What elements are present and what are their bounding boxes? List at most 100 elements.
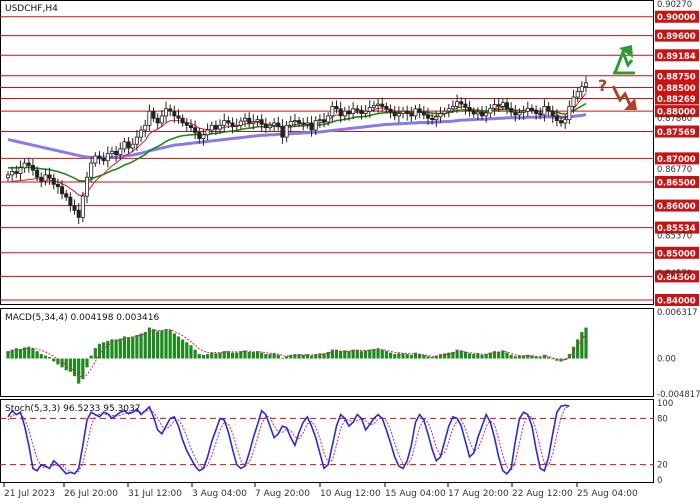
level-tag-label: 0.88750 bbox=[657, 72, 696, 82]
macd-bar bbox=[35, 351, 39, 359]
candle-body bbox=[517, 112, 522, 116]
candle-body bbox=[159, 115, 164, 124]
macd-bar bbox=[347, 351, 351, 359]
macd-tick-label: 0.006317 bbox=[657, 308, 698, 318]
candle-body bbox=[255, 119, 260, 122]
candle-body bbox=[272, 122, 277, 126]
macd-bar bbox=[438, 354, 443, 359]
candle-body bbox=[147, 110, 152, 126]
candle-body bbox=[68, 196, 73, 206]
candle-body bbox=[55, 183, 60, 188]
candle-body bbox=[500, 102, 505, 107]
macd-bar bbox=[118, 338, 122, 359]
candle-body bbox=[330, 106, 335, 117]
time-label: 21 Jul 2023 bbox=[4, 489, 55, 499]
macd-bar bbox=[351, 349, 355, 359]
candle-body bbox=[563, 119, 568, 124]
candle-body bbox=[455, 101, 460, 107]
candle-body bbox=[363, 110, 368, 114]
stochastic-title: Stoch(5,3,3) 96.5233 95.3037 bbox=[5, 404, 140, 414]
macd-bar bbox=[538, 357, 542, 359]
time-label: 10 Aug 12:00 bbox=[320, 489, 381, 499]
candle-body bbox=[538, 113, 543, 116]
stochastic-tick-label: 100 bbox=[657, 399, 673, 409]
macd-bar bbox=[397, 353, 401, 359]
macd-bar bbox=[85, 358, 89, 368]
macd-bar bbox=[230, 352, 235, 359]
level-tag-label: 0.85000 bbox=[657, 249, 696, 259]
candle-body bbox=[130, 143, 135, 149]
candle-body bbox=[209, 124, 214, 131]
candle-body bbox=[484, 112, 489, 117]
candle-body bbox=[434, 116, 439, 121]
macd-title: MACD(5,34,4) 0.004198 0.003416 bbox=[5, 313, 160, 323]
candle-body bbox=[51, 177, 56, 185]
macd-bar bbox=[380, 349, 384, 359]
candle-body bbox=[575, 90, 580, 98]
candle-body bbox=[109, 150, 114, 155]
candle-body bbox=[534, 109, 539, 114]
macd-bar bbox=[106, 340, 110, 359]
candle-body bbox=[243, 117, 248, 122]
macd-bar bbox=[31, 348, 35, 359]
macd-bar bbox=[268, 354, 272, 359]
candle-body bbox=[122, 141, 127, 150]
macd-bar bbox=[426, 356, 430, 359]
candle-body bbox=[101, 157, 106, 162]
macd-bar bbox=[505, 352, 509, 359]
candle-body bbox=[205, 129, 210, 136]
candle-body bbox=[480, 111, 485, 117]
candle-body bbox=[168, 108, 173, 112]
macd-bar bbox=[176, 336, 181, 359]
time-label: 31 Jul 12:00 bbox=[128, 489, 182, 499]
candle-body bbox=[26, 162, 31, 166]
stochastic-tick-label: 20 bbox=[657, 461, 668, 471]
candle-body bbox=[197, 132, 202, 139]
macd-bar bbox=[368, 349, 372, 359]
macd-bar bbox=[168, 329, 172, 359]
candle-body bbox=[371, 105, 376, 108]
candle-body bbox=[184, 122, 189, 126]
macd-bar bbox=[164, 329, 168, 359]
macd-bar bbox=[339, 351, 343, 359]
candle-body bbox=[226, 120, 231, 124]
macd-panel: MACD(5,34,4) 0.004198 0.003416 bbox=[0, 308, 654, 397]
time-label: 7 Aug 20:00 bbox=[255, 489, 310, 499]
candle-body bbox=[288, 121, 293, 126]
level-tag-label: 0.87569 bbox=[657, 128, 696, 138]
price-panel: ? USDCHF,H4 bbox=[0, 0, 654, 305]
candle-body bbox=[380, 103, 385, 107]
chart-canvas: ? USDCHF,H4 0.90000 0.89600 0.89184 0.88750… bbox=[0, 0, 700, 500]
macd-bar bbox=[52, 358, 56, 362]
candle-body bbox=[105, 153, 110, 162]
macd-bar bbox=[484, 354, 488, 359]
candle-body bbox=[193, 127, 198, 133]
macd-bar bbox=[172, 333, 176, 359]
candle-body bbox=[396, 113, 401, 117]
macd-bar bbox=[388, 352, 393, 359]
candle-body bbox=[492, 104, 497, 109]
candle-body bbox=[39, 176, 44, 182]
candle-body bbox=[18, 167, 23, 174]
level-tag-label: 0.90000 bbox=[657, 13, 696, 23]
candle-body bbox=[405, 110, 410, 114]
macd-bar bbox=[151, 329, 156, 359]
candle-body bbox=[425, 114, 430, 119]
time-label: 26 Jul 20:00 bbox=[64, 489, 118, 499]
candle-body bbox=[276, 122, 281, 127]
candle-body bbox=[446, 108, 451, 112]
macd-bar bbox=[443, 353, 447, 359]
stochastic-panel: Stoch(5,3,3) 96.5233 95.3037 bbox=[0, 399, 654, 483]
candle-body bbox=[222, 120, 227, 126]
macd-bar bbox=[201, 354, 206, 359]
macd-bar bbox=[139, 333, 143, 359]
macd-bar bbox=[260, 352, 264, 359]
macd-bar bbox=[467, 353, 472, 359]
macd-bar bbox=[135, 334, 139, 359]
candle-body bbox=[359, 109, 364, 114]
candle-body bbox=[471, 110, 476, 115]
candle-body bbox=[367, 106, 372, 112]
macd-bar bbox=[131, 336, 135, 359]
candle-body bbox=[172, 110, 177, 117]
candle-body bbox=[72, 205, 77, 211]
